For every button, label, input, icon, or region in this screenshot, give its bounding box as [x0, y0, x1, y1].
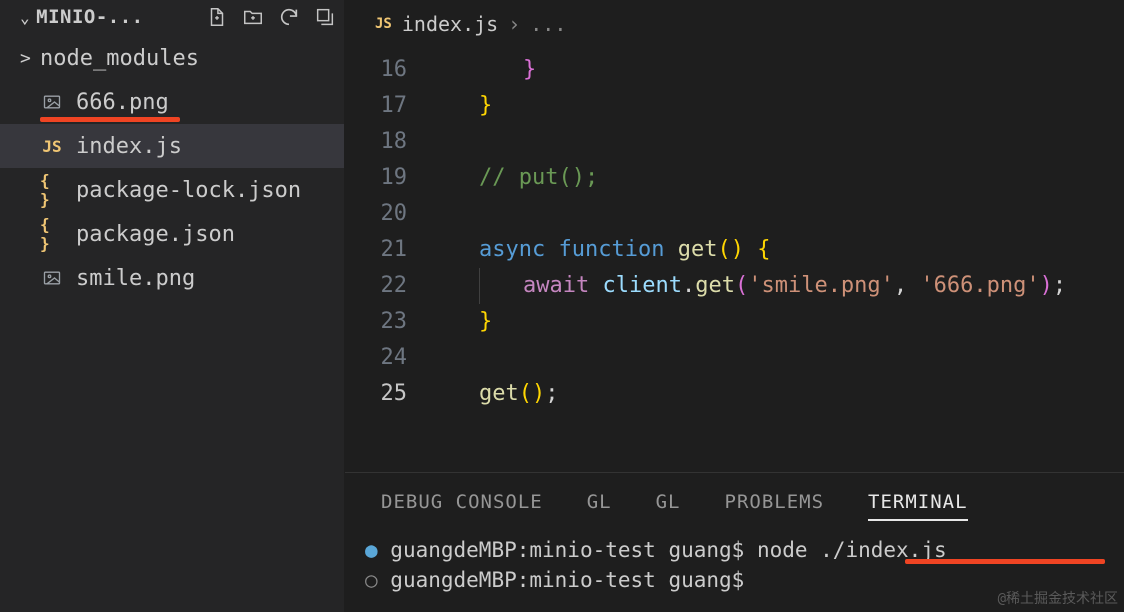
highlight-underline — [40, 117, 180, 122]
editor-area: JS index.js › ... 16171819202122232425 }… — [345, 0, 1124, 612]
breadcrumb-separator: › — [508, 12, 520, 36]
file-name: node_modules — [40, 46, 199, 71]
line-number: 19 — [345, 160, 407, 196]
file-name: 666.png — [76, 90, 169, 115]
breadcrumb[interactable]: JS index.js › ... — [345, 0, 1124, 48]
file-tree-item[interactable]: 666.png — [0, 80, 344, 124]
code-line[interactable]: get(); — [435, 376, 1124, 412]
file-name: package-lock.json — [76, 178, 301, 203]
collapse-all-icon[interactable] — [314, 6, 336, 28]
refresh-icon[interactable] — [278, 6, 300, 28]
file-name: package.json — [76, 222, 235, 247]
code-line[interactable] — [435, 196, 1124, 232]
line-number: 21 — [345, 232, 407, 268]
file-explorer-sidebar: ⌄ MINIO-... > node_modules 666.png JS index.… — [0, 0, 345, 612]
terminal-output[interactable]: ● guangdeMBP:minio-test guang$ node ./in… — [345, 531, 1124, 595]
panel-tabs: DEBUG CONSOLE GL GL PROBLEMS TERMINAL — [345, 473, 1124, 531]
chevron-down-icon: ⌄ — [20, 8, 30, 27]
panel-tab[interactable]: DEBUG CONSOLE — [381, 491, 543, 521]
image-file-icon — [40, 266, 64, 290]
breadcrumb-file: index.js — [402, 12, 498, 36]
panel-tab[interactable]: GL — [656, 491, 681, 521]
code-line[interactable] — [435, 124, 1124, 160]
file-name: index.js — [76, 134, 182, 159]
new-folder-icon[interactable] — [242, 6, 264, 28]
file-tree-item[interactable]: { } package.json — [0, 212, 344, 256]
line-number: 22 — [345, 268, 407, 304]
file-tree-item[interactable]: > node_modules — [0, 36, 344, 80]
json-file-icon: { } — [40, 222, 64, 246]
line-number: 24 — [345, 340, 407, 376]
code-line[interactable]: } — [435, 88, 1124, 124]
chevron-right-icon: > — [20, 48, 31, 69]
code-line[interactable]: } — [435, 304, 1124, 340]
explorer-actions — [206, 6, 336, 28]
code-content[interactable]: }} // put(); async function get() {await c… — [435, 52, 1124, 472]
file-tree: > node_modules 666.png JS index.js { } package… — [0, 34, 344, 300]
file-tree-item[interactable]: smile.png — [0, 256, 344, 300]
js-file-icon: JS — [40, 134, 64, 158]
code-editor[interactable]: 16171819202122232425 }} // put(); async fu… — [345, 48, 1124, 472]
panel-tab[interactable]: GL — [587, 491, 612, 521]
folder-title: MINIO-... — [36, 6, 206, 28]
panel-tab[interactable]: TERMINAL — [868, 491, 968, 521]
code-line[interactable]: } — [435, 52, 1124, 88]
line-number: 17 — [345, 88, 407, 124]
file-tree-item[interactable]: { } package-lock.json — [0, 168, 344, 212]
terminal-line: ○ guangdeMBP:minio-test guang$ — [365, 565, 1104, 595]
line-number: 20 — [345, 196, 407, 232]
line-number: 18 — [345, 124, 407, 160]
line-number: 25 — [345, 376, 407, 412]
code-line[interactable]: await client.get('smile.png', '666.png')… — [435, 268, 1124, 304]
code-line[interactable] — [435, 340, 1124, 376]
new-file-icon[interactable] — [206, 6, 228, 28]
file-tree-item[interactable]: JS index.js — [0, 124, 344, 168]
line-number: 23 — [345, 304, 407, 340]
breadcrumb-rest: ... — [530, 12, 566, 36]
json-file-icon: { } — [40, 178, 64, 202]
code-line[interactable]: async function get() { — [435, 232, 1124, 268]
image-file-icon — [40, 90, 64, 114]
highlight-underline — [905, 559, 1105, 564]
js-file-icon: JS — [375, 16, 392, 32]
file-name: smile.png — [76, 266, 195, 291]
code-line[interactable]: // put(); — [435, 160, 1124, 196]
panel-tab[interactable]: PROBLEMS — [725, 491, 825, 521]
explorer-header[interactable]: ⌄ MINIO-... — [0, 0, 344, 34]
terminal-line: ● guangdeMBP:minio-test guang$ node ./in… — [365, 535, 1104, 565]
watermark: @稀土掘金技术社区 — [998, 588, 1118, 608]
line-number: 16 — [345, 52, 407, 88]
line-number-gutter: 16171819202122232425 — [345, 52, 435, 472]
